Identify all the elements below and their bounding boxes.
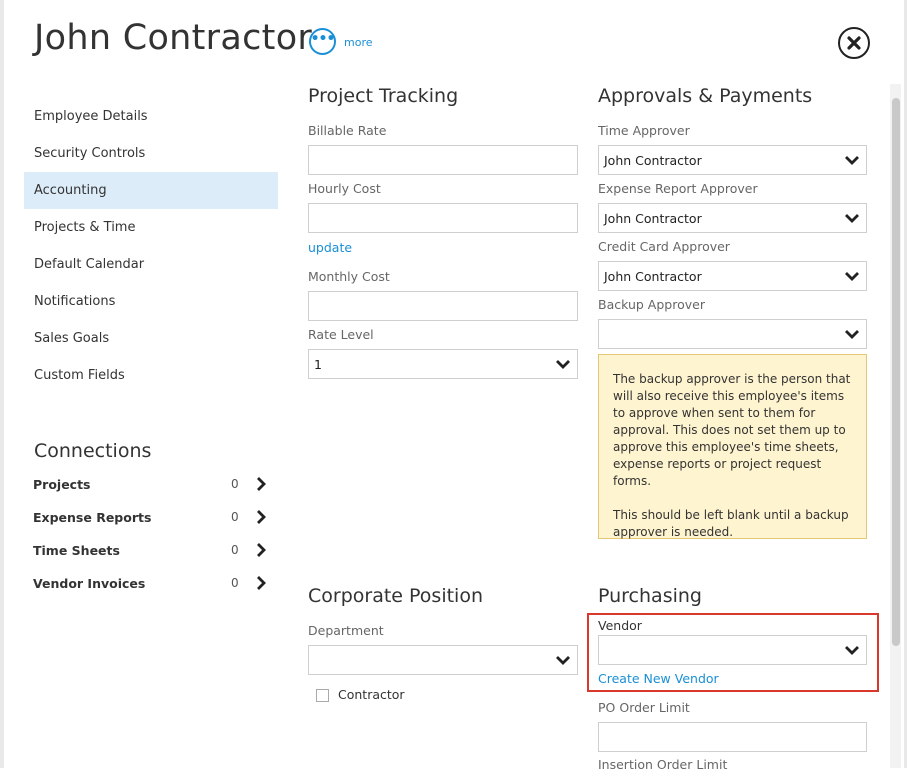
contractor-checkbox[interactable] bbox=[316, 689, 329, 702]
po-order-limit-input[interactable] bbox=[598, 722, 867, 752]
backup-approver-info-note: The backup approver is the person that w… bbox=[598, 354, 867, 539]
more-label[interactable]: more bbox=[344, 36, 373, 49]
time-approver-select[interactable]: John Contractor bbox=[598, 145, 867, 175]
monthly-cost-label: Monthly Cost bbox=[308, 269, 390, 284]
insertion-order-limit-label: Insertion Order Limit bbox=[598, 757, 728, 772]
connection-row-expense-reports[interactable]: Expense Reports 0 bbox=[33, 507, 278, 529]
credit-card-approver-value: John Contractor bbox=[604, 269, 702, 284]
scrollbar-thumb[interactable] bbox=[892, 98, 900, 646]
time-approver-label: Time Approver bbox=[598, 123, 690, 138]
connection-label: Vendor Invoices bbox=[33, 576, 146, 591]
create-new-vendor-link[interactable]: Create New Vendor bbox=[598, 671, 719, 686]
chevron-right-icon[interactable] bbox=[255, 575, 267, 591]
chevron-down-icon bbox=[845, 214, 859, 223]
chevron-down-icon bbox=[845, 272, 859, 281]
billable-rate-label: Billable Rate bbox=[308, 123, 387, 138]
project-tracking-title: Project Tracking bbox=[308, 85, 459, 107]
sidebar-item-notifications[interactable]: Notifications bbox=[24, 283, 278, 320]
connection-count: 0 bbox=[231, 576, 239, 590]
chevron-down-icon bbox=[845, 330, 859, 339]
connections-title: Connections bbox=[34, 440, 152, 462]
note-paragraph: The backup approver is the person that w… bbox=[613, 372, 851, 488]
connection-row-projects[interactable]: Projects 0 bbox=[33, 474, 278, 496]
approvals-payments-title: Approvals & Payments bbox=[598, 85, 813, 107]
purchasing-title: Purchasing bbox=[598, 585, 702, 607]
update-link[interactable]: update bbox=[308, 240, 352, 255]
chevron-right-icon[interactable] bbox=[255, 476, 267, 492]
vendor-label: Vendor bbox=[598, 618, 642, 633]
sidebar-item-sales-goals[interactable]: Sales Goals bbox=[24, 320, 278, 357]
more-options-button[interactable]: ••• bbox=[309, 28, 336, 55]
connection-label: Projects bbox=[33, 477, 91, 492]
chevron-right-icon[interactable] bbox=[255, 542, 267, 558]
connection-count: 0 bbox=[231, 510, 239, 524]
rate-level-label: Rate Level bbox=[308, 327, 374, 342]
connection-label: Time Sheets bbox=[33, 543, 120, 558]
billable-rate-input[interactable] bbox=[308, 145, 578, 175]
close-icon bbox=[847, 36, 861, 50]
sidebar-item-projects-time[interactable]: Projects & Time bbox=[24, 209, 278, 246]
vendor-select[interactable] bbox=[598, 635, 867, 665]
contractor-label[interactable]: Contractor bbox=[338, 687, 405, 702]
close-button[interactable] bbox=[838, 27, 870, 59]
sidebar-item-default-calendar[interactable]: Default Calendar bbox=[24, 246, 278, 283]
chevron-right-icon[interactable] bbox=[255, 509, 267, 525]
chevron-down-icon bbox=[556, 360, 570, 369]
hourly-cost-label: Hourly Cost bbox=[308, 181, 381, 196]
corporate-position-title: Corporate Position bbox=[308, 585, 483, 607]
connection-row-vendor-invoices[interactable]: Vendor Invoices 0 bbox=[33, 573, 278, 595]
time-approver-value: John Contractor bbox=[604, 153, 702, 168]
chevron-down-icon bbox=[845, 646, 859, 655]
connection-count: 0 bbox=[231, 477, 239, 491]
backup-approver-label: Backup Approver bbox=[598, 297, 705, 312]
more-dots-icon: ••• bbox=[310, 30, 336, 47]
expense-report-approver-label: Expense Report Approver bbox=[598, 181, 758, 196]
hourly-cost-input[interactable] bbox=[308, 203, 578, 233]
backup-approver-select[interactable] bbox=[598, 319, 867, 349]
department-label: Department bbox=[308, 623, 384, 638]
sidebar-item-employee-details[interactable]: Employee Details bbox=[24, 98, 278, 135]
modal-left-edge bbox=[0, 0, 4, 768]
sidebar-item-accounting[interactable]: Accounting bbox=[24, 172, 278, 209]
chevron-down-icon bbox=[845, 156, 859, 165]
po-order-limit-label: PO Order Limit bbox=[598, 700, 690, 715]
page-title: John Contractor bbox=[34, 18, 313, 58]
rate-level-value: 1 bbox=[314, 357, 322, 372]
connection-count: 0 bbox=[231, 543, 239, 557]
rate-level-select[interactable]: 1 bbox=[308, 349, 578, 379]
sidebar-item-security-controls[interactable]: Security Controls bbox=[24, 135, 278, 172]
connection-label: Expense Reports bbox=[33, 510, 152, 525]
expense-report-approver-select[interactable]: John Contractor bbox=[598, 203, 867, 233]
note-paragraph: This should be left blank until a backup… bbox=[613, 508, 849, 539]
sidebar-item-custom-fields[interactable]: Custom Fields bbox=[24, 357, 278, 394]
connection-row-time-sheets[interactable]: Time Sheets 0 bbox=[33, 540, 278, 562]
credit-card-approver-select[interactable]: John Contractor bbox=[598, 261, 867, 291]
department-select[interactable] bbox=[308, 645, 578, 675]
expense-report-approver-value: John Contractor bbox=[604, 211, 702, 226]
credit-card-approver-label: Credit Card Approver bbox=[598, 239, 730, 254]
chevron-down-icon bbox=[556, 656, 570, 665]
monthly-cost-input[interactable] bbox=[308, 291, 578, 321]
